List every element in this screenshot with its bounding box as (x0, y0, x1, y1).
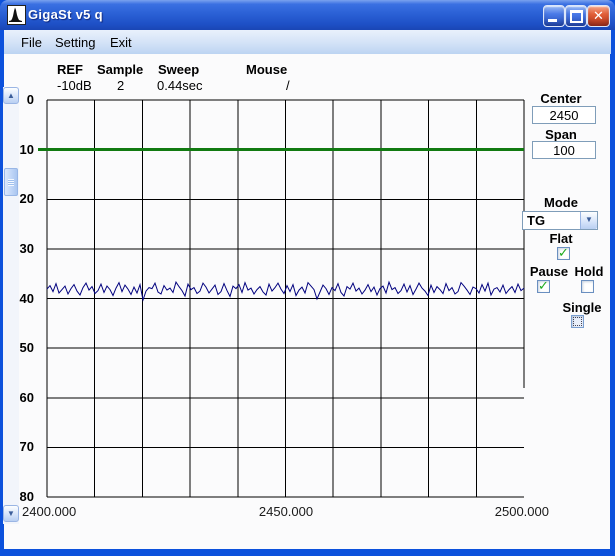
menubar: File Setting Exit (4, 30, 611, 54)
mode-selected-value: TG (527, 213, 546, 228)
spectrum-plot[interactable] (38, 94, 534, 506)
x-tick-label: 2450.000 (258, 504, 314, 519)
mouse-value: / (286, 78, 290, 93)
hold-checkbox[interactable]: ✓ (581, 280, 594, 293)
y-tick-label: 10 (19, 141, 34, 157)
y-tick-label: 20 (19, 191, 34, 207)
y-tick-label: 50 (19, 340, 34, 356)
app-window: GigaSt v5 q ✕ File Setting Exit REF Samp… (0, 0, 615, 556)
sample-label: Sample (97, 62, 144, 77)
checkmark-icon: ✓ (538, 278, 549, 293)
y-tick-label: 40 (19, 290, 34, 306)
checkmark-icon: ✓ (558, 245, 569, 260)
flat-checkbox[interactable]: ✓ (557, 245, 570, 260)
sweep-value: 0.44sec (157, 78, 203, 93)
chevron-down-icon: ▼ (7, 509, 15, 518)
mode-dropdown[interactable]: TG ▼ (522, 211, 598, 230)
mode-label: Mode (544, 195, 578, 210)
maximize-button[interactable] (565, 5, 587, 27)
span-input[interactable] (532, 141, 596, 159)
maximize-icon (570, 10, 583, 23)
y-tick-label: 70 (19, 439, 34, 455)
mouse-label: Mouse (246, 62, 288, 77)
x-tick-label: 2500.000 (494, 504, 549, 519)
app-icon[interactable] (7, 5, 26, 25)
ref-label: REF (57, 62, 83, 77)
sweep-label: Sweep (158, 62, 200, 77)
single-label: Single (562, 300, 602, 315)
x-tick-label: 2400.000 (22, 504, 77, 519)
close-button[interactable]: ✕ (587, 5, 610, 27)
hold-label: Hold (574, 264, 604, 279)
y-tick-label: 30 (19, 240, 34, 256)
ref-value: -10dB (57, 78, 92, 93)
single-checkbox[interactable]: ✓ (571, 315, 584, 328)
minimize-button[interactable] (543, 5, 565, 27)
menu-item-file[interactable]: File (18, 34, 45, 51)
dropdown-arrow-icon[interactable]: ▼ (580, 212, 597, 229)
minimize-icon (548, 19, 557, 22)
span-label: Span (545, 127, 577, 142)
menu-item-setting[interactable]: Setting (52, 34, 98, 51)
pause-checkbox[interactable]: ✓ (537, 278, 550, 293)
menu-item-exit[interactable]: Exit (107, 34, 135, 51)
pause-label: Pause (529, 264, 569, 279)
y-tick-label: 0 (26, 92, 34, 107)
center-input[interactable] (532, 106, 596, 124)
titlebar[interactable]: GigaSt v5 q ✕ (0, 0, 615, 30)
close-icon: ✕ (593, 8, 604, 23)
center-label: Center (540, 91, 582, 106)
scroll-down-button[interactable]: ▼ (3, 505, 19, 522)
flat-label: Flat (549, 231, 573, 246)
y-tick-label: 60 (19, 389, 34, 405)
window-title: GigaSt v5 q (28, 7, 103, 22)
spectrum-plot-canvas[interactable] (38, 94, 534, 506)
y-tick-label: 80 (19, 489, 34, 504)
sample-value: 2 (117, 78, 125, 93)
